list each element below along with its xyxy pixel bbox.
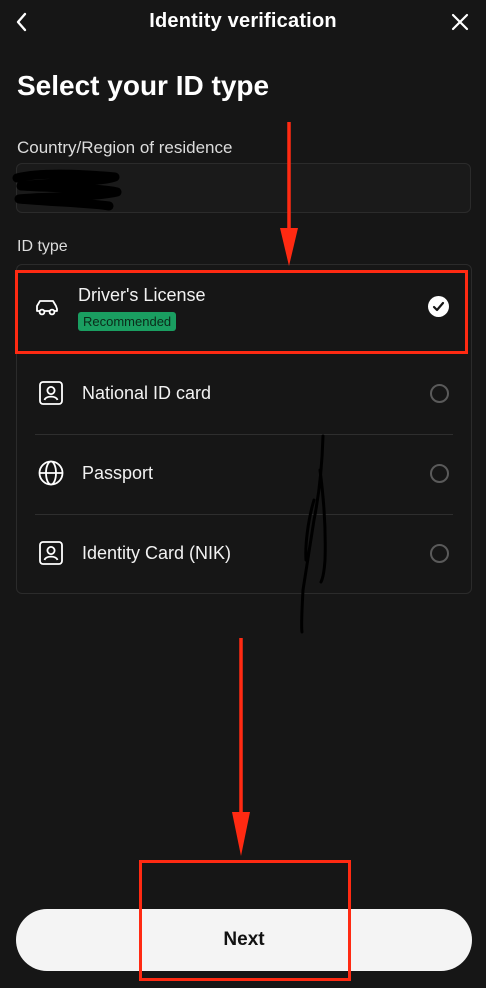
annotation-arrow-down: [232, 638, 250, 856]
radio-checked[interactable]: [428, 296, 449, 317]
id-card-icon: [37, 539, 65, 567]
id-type-list: Driver's License Recommended National ID…: [16, 264, 472, 594]
recommended-badge: Recommended: [78, 312, 177, 331]
radio-unchecked[interactable]: [430, 464, 449, 483]
radio-unchecked[interactable]: [430, 384, 449, 403]
id-option-identity-card-nik[interactable]: Identity Card (NIK): [17, 515, 471, 593]
checkmark-icon: [432, 301, 445, 312]
id-option-national-id[interactable]: National ID card: [17, 355, 471, 435]
id-card-icon: [37, 379, 65, 407]
option-label: National ID card: [82, 383, 212, 403]
page-title: Select your ID type: [17, 70, 270, 101]
close-icon: [451, 13, 469, 31]
close-button[interactable]: [446, 8, 474, 36]
country-label: Country/Region of residence: [17, 138, 233, 157]
next-button[interactable]: Next: [16, 909, 472, 971]
option-label: Driver's License: [78, 285, 206, 305]
globe-icon: [37, 459, 65, 487]
car-icon: [33, 293, 61, 321]
radio-unchecked[interactable]: [430, 544, 449, 563]
option-label: Identity Card (NIK): [82, 543, 232, 563]
country-select-field[interactable]: [12, 163, 471, 213]
id-type-label: ID type: [17, 238, 68, 255]
id-option-passport[interactable]: Passport: [17, 435, 471, 515]
id-option-drivers-license[interactable]: Driver's License Recommended: [17, 265, 471, 355]
option-label: Passport: [82, 463, 154, 483]
header-title: Identity verification: [149, 10, 337, 32]
redaction-scribble: [12, 169, 122, 211]
header-bar: Identity verification: [0, 0, 486, 44]
